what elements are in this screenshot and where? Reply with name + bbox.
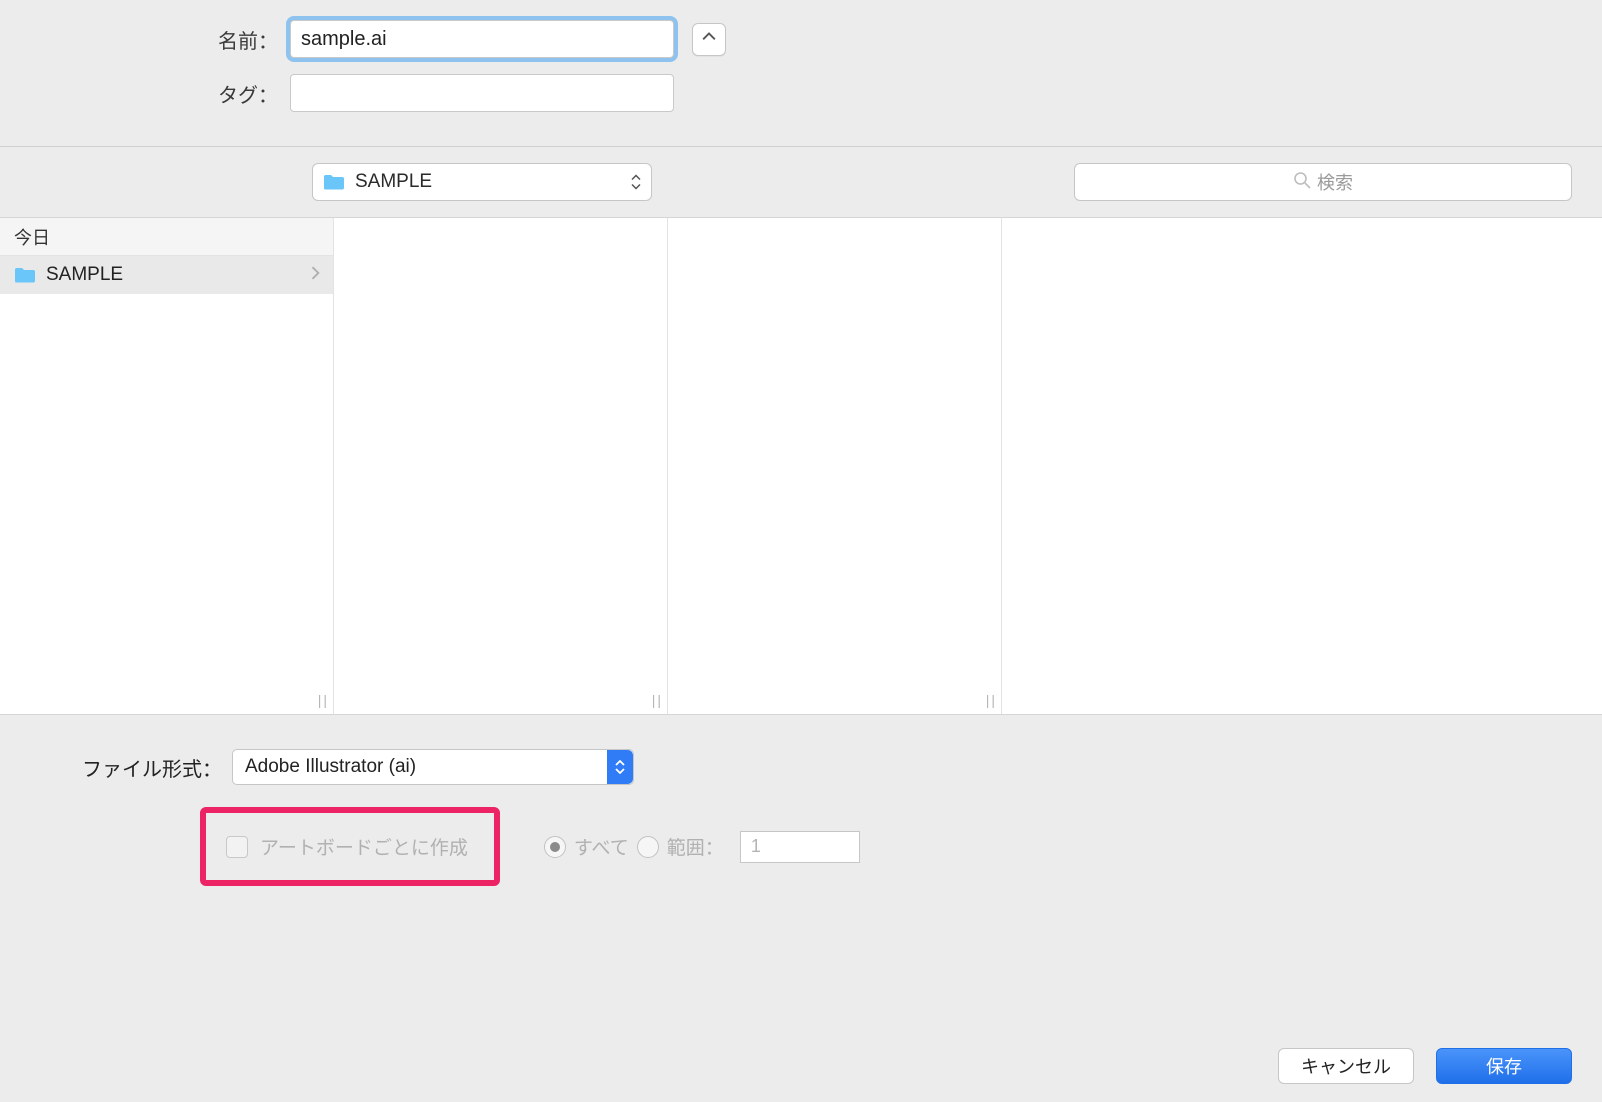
tags-row: タグ： [0, 74, 1602, 112]
fileformat-select[interactable]: Adobe Illustrator (ai) [232, 749, 634, 785]
search-icon [1293, 171, 1317, 194]
radio-range[interactable] [637, 836, 659, 858]
sidebar-item-sample[interactable]: SAMPLE [0, 256, 333, 294]
artboard-row: アートボードごとに作成 すべて 範囲： [0, 807, 1602, 886]
toolbar: SAMPLE 検索 [0, 147, 1602, 217]
column-resize-handle[interactable]: || [986, 692, 997, 708]
column-header-today: 今日 [0, 218, 333, 256]
fileformat-value: Adobe Illustrator (ai) [245, 756, 416, 778]
artboard-radio-group: すべて 範囲： [544, 831, 860, 863]
options-pane: ファイル形式： Adobe Illustrator (ai) アートボードごとに… [0, 715, 1602, 896]
artboard-checkbox-label: アートボードごとに作成 [260, 833, 468, 860]
range-input[interactable] [740, 831, 860, 863]
location-dropdown[interactable]: SAMPLE [312, 163, 652, 201]
browser-column-2: || [334, 218, 668, 714]
filename-row: 名前： [0, 20, 1602, 58]
expand-button[interactable] [692, 23, 726, 56]
artboard-highlight-box: アートボードごとに作成 [200, 807, 500, 886]
radio-range-label: 範囲： [667, 833, 724, 860]
dialog-footer: キャンセル 保存 [1278, 1048, 1572, 1084]
fileformat-row: ファイル形式： Adobe Illustrator (ai) [0, 749, 1602, 785]
artboard-checkbox[interactable] [226, 836, 248, 858]
updown-icon [631, 175, 641, 190]
column-resize-handle[interactable]: || [652, 692, 663, 708]
folder-icon [323, 173, 345, 191]
updown-icon [607, 750, 633, 784]
folder-icon [14, 266, 36, 284]
chevron-up-icon [702, 28, 716, 50]
search-placeholder: 検索 [1317, 169, 1353, 195]
cancel-button[interactable]: キャンセル [1278, 1048, 1414, 1084]
sidebar-item-label: SAMPLE [46, 264, 123, 286]
fileformat-label: ファイル形式： [0, 753, 232, 782]
browser-column-4 [1002, 218, 1602, 714]
filename-input[interactable] [290, 20, 674, 58]
filename-label: 名前： [0, 25, 290, 54]
column-resize-handle[interactable]: || [318, 692, 329, 708]
tags-label: タグ： [0, 79, 290, 108]
search-input[interactable]: 検索 [1074, 163, 1572, 201]
location-name: SAMPLE [355, 171, 432, 193]
chevron-right-icon [311, 264, 321, 286]
radio-all-label: すべて [574, 833, 629, 860]
file-browser: 今日 SAMPLE || || || [0, 217, 1602, 715]
radio-all[interactable] [544, 836, 566, 858]
tags-input[interactable] [290, 74, 674, 112]
browser-column-1: 今日 SAMPLE || [0, 218, 334, 714]
save-button[interactable]: 保存 [1436, 1048, 1572, 1084]
browser-column-3: || [668, 218, 1002, 714]
top-section: 名前： タグ： [0, 0, 1602, 146]
